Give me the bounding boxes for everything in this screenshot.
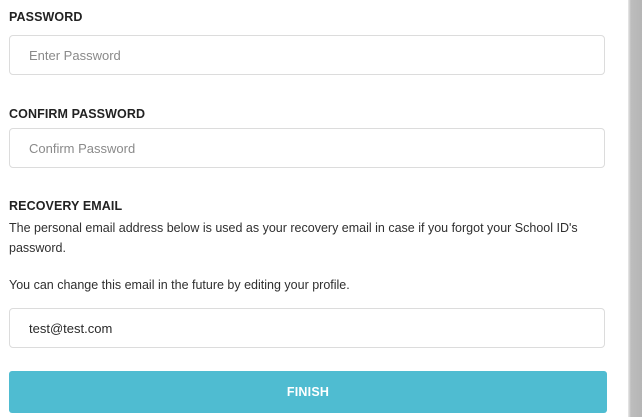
confirm-password-label: CONFIRM PASSWORD bbox=[9, 107, 146, 121]
registration-form: PASSWORD CONFIRM PASSWORD RECOVERY EMAIL… bbox=[0, 0, 628, 417]
password-input[interactable] bbox=[9, 35, 605, 75]
confirm-password-input[interactable] bbox=[9, 128, 605, 168]
recovery-email-label: RECOVERY EMAIL bbox=[9, 199, 123, 213]
finish-button[interactable]: FINISH bbox=[9, 371, 607, 413]
window-edge-shadow bbox=[628, 0, 642, 417]
recovery-email-description: The personal email address below is used… bbox=[9, 221, 578, 255]
recovery-email-note: You can change this email in the future … bbox=[9, 278, 350, 292]
recovery-email-input[interactable] bbox=[9, 308, 605, 348]
password-label: PASSWORD bbox=[9, 10, 83, 24]
